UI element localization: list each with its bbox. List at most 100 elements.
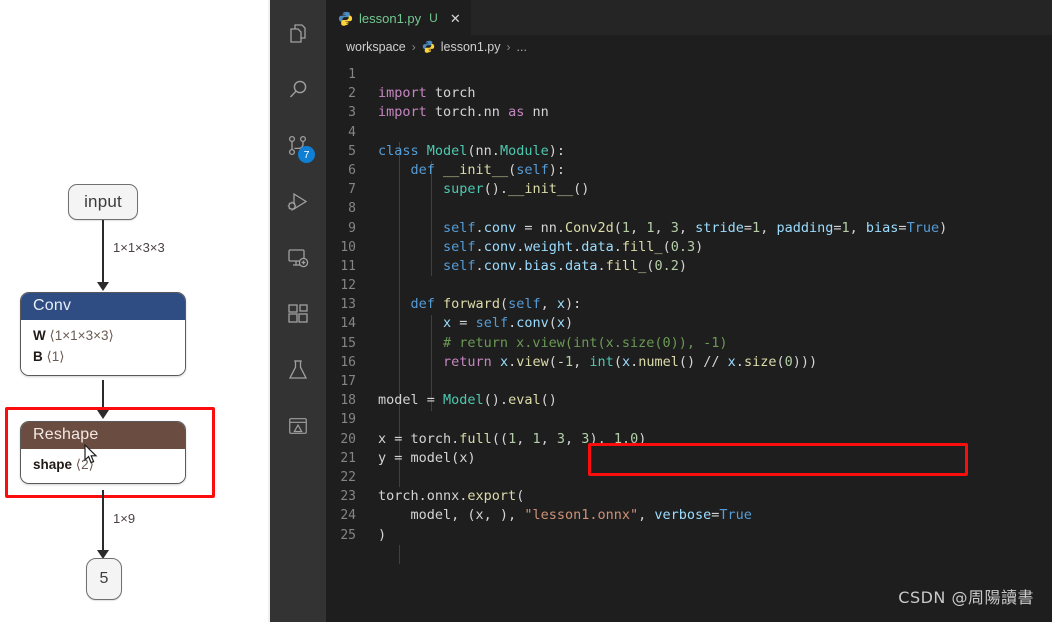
code-token: ( — [662, 238, 671, 255]
editor-tab-lesson1-py[interactable]: lesson1.py U ✕ — [326, 0, 471, 35]
code-token: ( — [613, 353, 622, 370]
code-token: # return x.view(int(x.size(0)), -1) — [378, 334, 728, 351]
line-content: x = torch.full((1, 1, 3, 3), 1.0) — [378, 430, 1052, 449]
line-number: 19 — [340, 412, 356, 428]
code-token: data — [565, 257, 598, 274]
code-token: ( — [548, 315, 557, 332]
code-line[interactable]: 14 x = self.conv(x) — [326, 314, 1052, 333]
line-content: self.conv = nn.Conv2d(1, 1, 3, stride=1,… — [378, 219, 1052, 238]
breadcrumb: workspace › lesson1.py › ... — [326, 35, 1052, 58]
code-token: import — [378, 85, 427, 102]
breadcrumb-item-workspace[interactable]: workspace — [346, 40, 406, 54]
line-number: 11 — [340, 258, 356, 274]
activity-bar-item-remote-explorer[interactable] — [270, 230, 326, 286]
code-token: padding — [776, 219, 834, 236]
code-token: import — [378, 104, 427, 121]
breadcrumb-item-more[interactable]: ... — [517, 40, 527, 54]
graph-edge-arrow-icon — [97, 282, 109, 291]
close-icon[interactable]: ✕ — [450, 12, 461, 25]
code-token: view — [516, 353, 549, 370]
code-line[interactable]: 10 self.conv.weight.data.fill_(0.3) — [326, 238, 1052, 257]
activity-bar-item-search[interactable] — [270, 62, 326, 118]
code-token: = — [898, 219, 907, 236]
code-token: () // — [678, 353, 728, 370]
run-and-debug-icon — [286, 190, 310, 214]
testing-flask-icon — [286, 358, 310, 382]
code-line[interactable]: 1 — [326, 65, 1052, 84]
code-token: 1 — [508, 430, 517, 447]
activity-bar-item-extensions[interactable] — [270, 286, 326, 342]
code-line[interactable]: 17 — [326, 372, 1052, 391]
code-line[interactable]: 20 x = torch.full((1, 1, 3, 3), 1.0) — [326, 430, 1052, 449]
code-token: . — [508, 353, 517, 370]
code-token: 1 — [841, 219, 850, 236]
code-line[interactable]: 11 self.conv.bias.data.fill_(0.2) — [326, 257, 1052, 276]
code-token: fill_ — [621, 238, 663, 255]
attr-value: ⟨1⟩ — [46, 348, 65, 364]
code-token: , — [540, 430, 557, 447]
line-content: x = self.conv(x) — [378, 314, 1052, 333]
python-file-icon — [422, 40, 435, 53]
code-line[interactable]: 13 def forward(self, x): — [326, 295, 1052, 314]
line-content — [378, 468, 1052, 487]
activity-bar: 7 — [270, 0, 326, 622]
code-line[interactable]: 21 y = model(x) — [326, 449, 1052, 468]
code-token: , — [678, 219, 696, 236]
line-number: 17 — [340, 374, 356, 389]
activity-bar-item-testing[interactable] — [270, 342, 326, 398]
code-line[interactable]: 19 — [326, 410, 1052, 429]
graph-node-reshape[interactable]: Reshape shape ⟨2⟩ — [20, 421, 186, 484]
code-token: (). — [483, 392, 509, 409]
code-line[interactable]: 4 — [326, 123, 1052, 142]
code-line[interactable]: 6 def __init__(self): — [326, 161, 1052, 180]
activity-bar-item-explorer[interactable] — [270, 6, 326, 62]
graph-node-conv[interactable]: Conv W ⟨1×1×3×3⟩ B ⟨1⟩ — [20, 292, 186, 376]
code-line[interactable]: 15 # return x.view(int(x.size(0)), -1) — [326, 334, 1052, 353]
graph-edge-reshape-to-output — [102, 490, 104, 552]
onnx-graph-panel[interactable]: input 1×1×3×3 Conv W ⟨1×1×3×3⟩ B ⟨1⟩ Res… — [0, 0, 270, 622]
code-token: torch.nn — [426, 104, 509, 121]
code-editor[interactable]: 1 2 import torch 3 import torch.nn as nn 4 5 cl… — [326, 58, 1052, 622]
code-line[interactable]: 23 torch.onnx.export( — [326, 487, 1052, 506]
code-token: ) — [467, 449, 476, 466]
line-number: 25 — [340, 527, 356, 543]
code-token: torch.onnx. — [378, 488, 468, 505]
code-line[interactable]: 8 — [326, 199, 1052, 218]
code-lines: 1 2 import torch 3 import torch.nn as nn 4 5 cl… — [326, 65, 1052, 545]
code-line[interactable]: 2 import torch — [326, 84, 1052, 103]
code-line[interactable]: 24 model, (x, ), "lesson1.onnx", verbose… — [326, 506, 1052, 525]
code-line[interactable]: 16 return x.view(-1, int(x.numel() // x.… — [326, 353, 1052, 372]
graph-node-output[interactable]: 5 — [86, 558, 122, 600]
code-token: Module — [499, 142, 549, 159]
breadcrumb-item-file[interactable]: lesson1.py — [441, 40, 501, 54]
code-token: model — [410, 449, 452, 466]
code-line[interactable]: 3 import torch.nn as nn — [326, 103, 1052, 122]
code-line[interactable]: 12 — [326, 276, 1052, 295]
graph-node-output-label: 5 — [99, 570, 109, 587]
attr-name: W — [33, 328, 46, 343]
editor-tab-title: lesson1.py — [359, 10, 422, 26]
code-token: ( — [508, 161, 517, 178]
code-token: ) — [378, 526, 387, 543]
code-line[interactable]: 25) — [326, 526, 1052, 545]
code-token: self — [475, 315, 509, 332]
activity-bar-item-image-preview[interactable] — [270, 398, 326, 454]
code-line[interactable]: 18 model = Model().eval() — [326, 391, 1052, 410]
code-line[interactable]: 9 self.conv = nn.Conv2d(1, 1, 3, stride=… — [326, 219, 1052, 238]
remote-explorer-icon — [286, 246, 310, 270]
code-token: Conv2d — [564, 219, 614, 236]
code-line[interactable]: 22 — [326, 468, 1052, 487]
code-line[interactable]: 5 class Model(nn.Module): — [326, 142, 1052, 161]
code-token: ( — [516, 488, 525, 505]
line-number: 4 — [348, 124, 356, 140]
activity-bar-item-source-control[interactable]: 7 — [270, 118, 326, 174]
activity-bar-item-run-and-debug[interactable] — [270, 174, 326, 230]
graph-node-input[interactable]: input — [68, 184, 138, 220]
code-token: . — [475, 257, 484, 274]
code-line[interactable]: 7 super().__init__() — [326, 180, 1052, 199]
python-file-icon — [338, 11, 353, 26]
